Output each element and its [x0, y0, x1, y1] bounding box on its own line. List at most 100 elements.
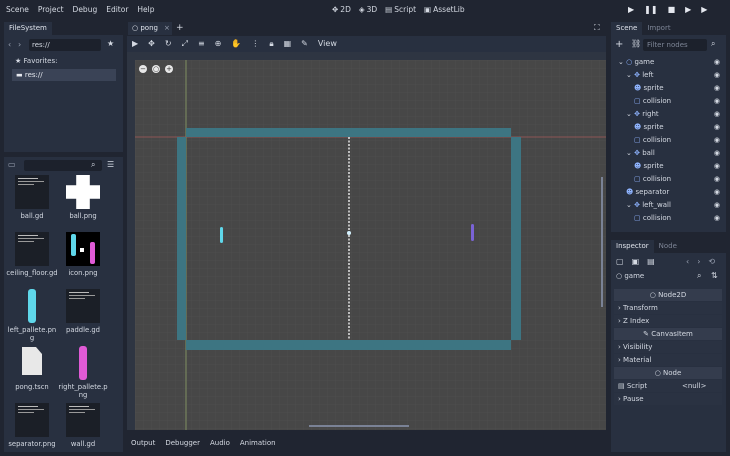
move-tool-icon[interactable]: ✥: [148, 39, 155, 49]
search-icon[interactable]: ⌕: [697, 271, 701, 281]
transform-group[interactable]: › Transform: [614, 302, 722, 314]
v-scrollbar[interactable]: [601, 177, 603, 307]
history-icon[interactable]: ⟲: [708, 257, 715, 266]
scene-node-collision[interactable]: ▢ collision ◉: [614, 134, 724, 147]
object-menu-icon[interactable]: ⇅: [711, 271, 718, 280]
list-view-icon[interactable]: ☰: [107, 160, 114, 169]
visibility-group[interactable]: › Visibility: [614, 341, 722, 353]
menu-scene[interactable]: Scene: [6, 5, 29, 14]
canvas-viewport[interactable]: [127, 52, 606, 430]
open-icon[interactable]: ▣: [632, 257, 640, 266]
file-item[interactable]: separator.png: [4, 403, 60, 448]
file-item[interactable]: left_pallete.pn g: [4, 289, 60, 342]
file-item[interactable]: right_pallete.p ng: [55, 346, 111, 399]
new-resource-icon[interactable]: ▢: [616, 257, 624, 266]
back-icon[interactable]: ‹: [686, 257, 689, 266]
chevron-down-icon[interactable]: ⌄: [626, 149, 634, 157]
mode-assetlib-button[interactable]: ▣ AssetLib: [424, 5, 465, 14]
menu-project[interactable]: Project: [38, 5, 64, 14]
visibility-eye-icon[interactable]: ◉: [714, 82, 720, 95]
file-item[interactable]: ceiling_floor.gd: [4, 232, 60, 277]
scene-node-right[interactable]: ⌄ ✥ right ◉: [614, 108, 724, 121]
file-item[interactable]: icon.png: [55, 232, 111, 277]
forward-icon[interactable]: ›: [18, 40, 21, 49]
zoom-in-icon[interactable]: +: [165, 65, 173, 73]
script-property[interactable]: ▤ Script <null>: [614, 380, 722, 392]
scene-node-sprite[interactable]: ☻ sprite ◉: [614, 121, 724, 134]
visibility-eye-icon[interactable]: ◉: [714, 212, 720, 225]
file-item[interactable]: paddle.gd: [55, 289, 111, 334]
chevron-down-icon[interactable]: ⌄: [626, 201, 634, 209]
file-item[interactable]: ball.png: [55, 175, 111, 220]
scale-tool-icon[interactable]: ⤢: [182, 39, 188, 49]
node-tab[interactable]: Node: [654, 240, 682, 253]
visibility-eye-icon[interactable]: ◉: [714, 69, 720, 82]
visibility-eye-icon[interactable]: ◉: [714, 121, 720, 134]
pause-group[interactable]: › Pause: [614, 393, 722, 405]
import-tab[interactable]: Import: [642, 22, 675, 35]
menu-editor[interactable]: Editor: [106, 5, 128, 14]
material-group[interactable]: › Material: [614, 354, 722, 366]
pause-icon[interactable]: ❚❚: [644, 5, 657, 14]
visibility-eye-icon[interactable]: ◉: [714, 56, 720, 69]
h-scrollbar[interactable]: [309, 425, 409, 427]
visibility-eye-icon[interactable]: ◉: [714, 134, 720, 147]
inspector-tab[interactable]: Inspector: [611, 240, 654, 253]
zoom-out-icon[interactable]: −: [139, 65, 147, 73]
scene-node-sprite[interactable]: ☻ sprite ◉: [614, 160, 724, 173]
close-icon[interactable]: ×: [164, 24, 170, 32]
chevron-down-icon[interactable]: ⌄: [626, 71, 634, 79]
lock-icon[interactable]: 🔒︎: [269, 39, 273, 49]
add-node-icon[interactable]: +: [615, 39, 623, 50]
scene-tab-pong[interactable]: ○ pong ×: [128, 22, 172, 35]
chevron-down-icon[interactable]: ⌄: [626, 110, 634, 118]
scene-node-left_wall[interactable]: ⌄ ✥ left_wall ◉: [614, 199, 724, 212]
list-select-icon[interactable]: ≡: [198, 39, 205, 49]
debugger-tab[interactable]: Debugger: [165, 439, 200, 447]
scene-node-collision[interactable]: ▢ collision ◉: [614, 95, 724, 108]
visibility-eye-icon[interactable]: ◉: [714, 186, 720, 199]
scene-node-sprite[interactable]: ☻ sprite ◉: [614, 82, 724, 95]
path-input[interactable]: res://: [29, 39, 101, 51]
scene-node-left[interactable]: ⌄ ✥ left ◉: [614, 69, 724, 82]
scene-node-collision[interactable]: ▢ collision ◉: [614, 212, 724, 225]
visibility-eye-icon[interactable]: ◉: [714, 199, 720, 212]
rotate-tool-icon[interactable]: ↻: [165, 39, 172, 49]
visibility-eye-icon[interactable]: ◉: [714, 108, 720, 121]
res-folder-row[interactable]: ▬ res://: [12, 69, 116, 81]
scene-node-separator[interactable]: ☻ separator ◉: [614, 186, 724, 199]
view-menu[interactable]: View: [318, 39, 337, 49]
file-item[interactable]: wall.gd: [55, 403, 111, 448]
menu-help[interactable]: Help: [137, 5, 154, 14]
zindex-group[interactable]: › Z Index: [614, 315, 722, 327]
scene-node-game[interactable]: ⌄ ○ game ◉: [614, 56, 724, 69]
zoom-reset-icon[interactable]: ○: [152, 65, 160, 73]
pan-tool-icon[interactable]: ✋: [231, 39, 241, 49]
scene-tab[interactable]: Scene: [611, 22, 643, 35]
save-icon[interactable]: ▤: [647, 257, 655, 266]
mode-script-button[interactable]: ▤ Script: [385, 5, 416, 14]
audio-tab[interactable]: Audio: [210, 439, 230, 447]
file-item[interactable]: ball.gd: [4, 175, 60, 220]
filesystem-tab[interactable]: FileSystem: [4, 22, 52, 35]
play-icon[interactable]: ▶: [628, 5, 634, 14]
forward-icon[interactable]: ›: [697, 257, 700, 266]
mode-2d-button[interactable]: ✥ 2D: [332, 5, 351, 14]
scene-node-collision[interactable]: ▢ collision ◉: [614, 173, 724, 186]
skeleton-icon[interactable]: ✎: [301, 39, 308, 49]
stop-icon[interactable]: ■: [668, 5, 676, 14]
scene-node-ball[interactable]: ⌄ ✥ ball ◉: [614, 147, 724, 160]
link-icon[interactable]: ⛓: [631, 39, 641, 48]
visibility-eye-icon[interactable]: ◉: [714, 160, 720, 173]
filter-nodes-input[interactable]: Filter nodes: [643, 39, 707, 51]
animation-tab[interactable]: Animation: [240, 439, 276, 447]
snap-icon[interactable]: ⋮: [251, 39, 259, 49]
back-icon[interactable]: ‹: [8, 40, 11, 49]
output-tab[interactable]: Output: [131, 439, 155, 447]
file-item[interactable]: pong.tscn: [4, 346, 60, 391]
group-icon[interactable]: ▦: [284, 39, 292, 49]
mode-3d-button[interactable]: ◈ 3D: [359, 5, 377, 14]
split-icon[interactable]: ▭: [8, 160, 16, 169]
visibility-eye-icon[interactable]: ◉: [714, 147, 720, 160]
menu-debug[interactable]: Debug: [73, 5, 98, 14]
